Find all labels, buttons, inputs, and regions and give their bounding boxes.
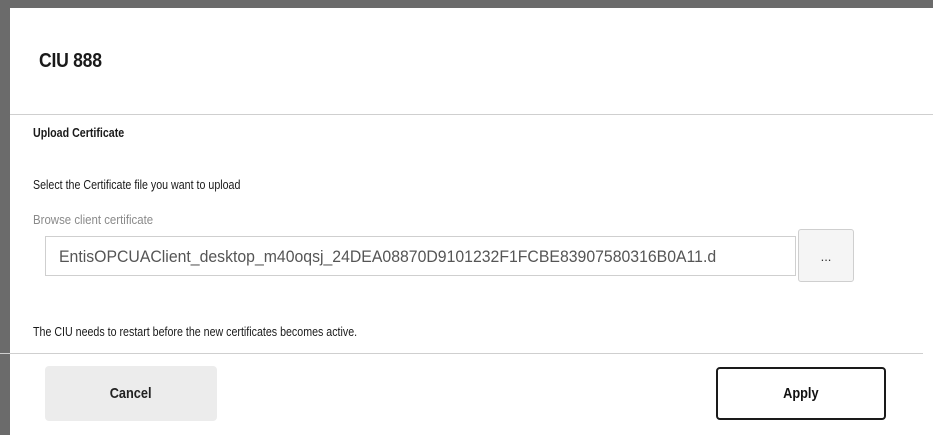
certificate-file-value: EntisOPCUAClient_desktop_m40oqsj_24DEA08… xyxy=(59,247,717,266)
instruction-text: Select the Certificate file you want to … xyxy=(33,177,241,192)
dialog-header: CIU 888 xyxy=(10,8,933,115)
restart-note: The CIU needs to restart before the new … xyxy=(33,324,358,339)
browse-button-label: ... xyxy=(820,249,832,264)
apply-button[interactable]: Apply xyxy=(716,367,886,420)
apply-button-label: Apply xyxy=(783,385,819,402)
certificate-field-label: Browse client certificate xyxy=(33,212,154,227)
browse-button[interactable]: ... xyxy=(798,229,854,282)
cancel-button[interactable]: Cancel xyxy=(45,366,217,421)
section-title: Upload Certificate xyxy=(33,125,125,140)
cancel-button-label: Cancel xyxy=(110,385,152,402)
certificate-file-input[interactable]: EntisOPCUAClient_desktop_m40oqsj_24DEA08… xyxy=(45,236,796,276)
dialog-title: CIU 888 xyxy=(39,50,102,72)
